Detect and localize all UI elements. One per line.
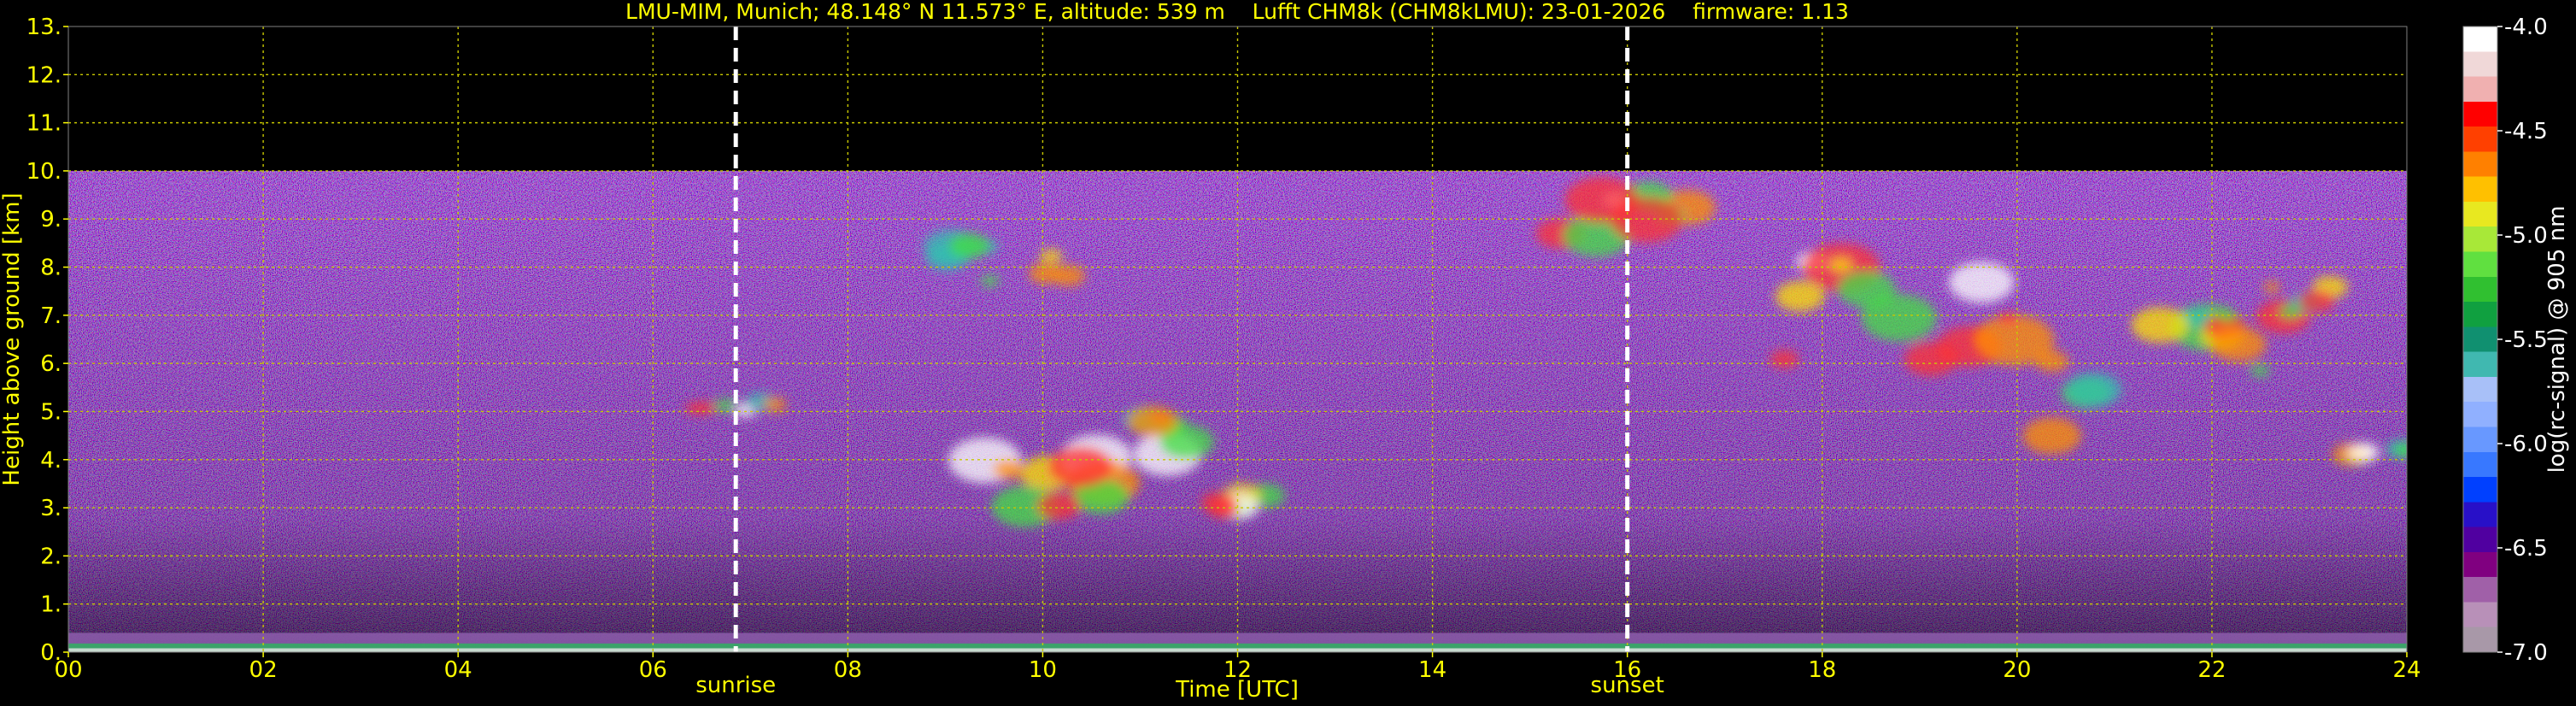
cloud-blob bbox=[1610, 197, 1683, 243]
ceilometer-chart: sunrise sunset 00 02 04 06 08 10 12 14 16 18 20 22 24… bbox=[0, 0, 2570, 703]
backscatter-data-region bbox=[68, 170, 2407, 652]
y-tick-label: 1. bbox=[40, 592, 62, 618]
x-tick-label: 02 bbox=[249, 657, 278, 683]
cloud-blob bbox=[993, 459, 1024, 479]
cloud-blob bbox=[1200, 491, 1236, 514]
y-tick-label: 2. bbox=[40, 544, 62, 569]
colorbar-tick-label: -6.5 bbox=[2504, 536, 2548, 562]
y-tick-label: 3. bbox=[40, 496, 62, 521]
cloud-blob bbox=[2262, 281, 2281, 293]
y-tick-label: 4. bbox=[40, 448, 62, 474]
cloud-blob bbox=[1829, 257, 1853, 273]
cloud-blob bbox=[1775, 280, 1825, 312]
chart-title: LMU-MIM, Munich; 48.148° N 11.573° E, al… bbox=[625, 0, 1849, 24]
x-tick-label: 04 bbox=[444, 657, 472, 683]
colorbar: -4.0 -4.5 -5.0 -5.5 -6.0 -6.5 -7.0 log(rc-sign… bbox=[2462, 15, 2570, 666]
cloud-blob bbox=[2348, 442, 2379, 462]
cloud-blob bbox=[2066, 372, 2122, 408]
y-tick-label: 10. bbox=[26, 159, 62, 185]
cloud-blob bbox=[2034, 350, 2069, 373]
cloud-blob bbox=[763, 397, 787, 412]
cloud-blob bbox=[1047, 446, 1113, 487]
cloud-blob bbox=[1837, 271, 1896, 308]
y-tick-label: 11. bbox=[26, 111, 62, 137]
cloud-blob bbox=[2393, 443, 2407, 457]
colorbar-tick-label: -5.0 bbox=[2504, 223, 2548, 249]
y-tick-label: 9. bbox=[40, 207, 62, 232]
colorbar-bar bbox=[2462, 26, 2498, 653]
y-tick-label: 5. bbox=[40, 399, 62, 425]
y-tick-label: 0. bbox=[40, 640, 62, 666]
cloud-blob bbox=[714, 398, 737, 413]
cloud-blob bbox=[2022, 417, 2081, 455]
y-tick-label: 12. bbox=[26, 62, 62, 88]
colorbar-label: log(rc-signal) @ 905 nm bbox=[2544, 206, 2570, 474]
x-tick-label: 20 bbox=[2003, 657, 2031, 683]
y-tick-label: 8. bbox=[40, 256, 62, 281]
cloud-blob bbox=[2250, 364, 2270, 378]
colorbar-tick-label: -5.5 bbox=[2504, 327, 2548, 353]
colorbar-tick-label: -6.0 bbox=[2504, 432, 2548, 457]
cloud-blob bbox=[1029, 263, 1062, 284]
colorbar-tick-label: -7.0 bbox=[2504, 640, 2548, 666]
cloud-blob bbox=[2279, 304, 2301, 319]
x-tick-label: 06 bbox=[639, 657, 667, 683]
y-axis-label: Height above ground [km] bbox=[0, 192, 25, 485]
cloud-blob bbox=[2218, 310, 2235, 321]
cloud-blob bbox=[684, 403, 702, 415]
cloud-blob bbox=[1904, 342, 1958, 376]
x-tick-label: 22 bbox=[2198, 657, 2226, 683]
cloud-blob bbox=[1040, 249, 1063, 263]
cloud-blob bbox=[948, 232, 990, 259]
x-tick-label: 16 bbox=[1613, 657, 1641, 683]
x-tick-label: 18 bbox=[1808, 657, 1836, 683]
x-tick-label: 08 bbox=[834, 657, 862, 683]
x-axis-label: Time [UTC] bbox=[1175, 677, 1299, 703]
colorbar-tick-label: -4.0 bbox=[2504, 15, 2548, 40]
colorbar-ticks: -4.0 -4.5 -5.0 -5.5 -6.0 -6.5 -7.0 bbox=[2497, 15, 2548, 666]
y-tick-label: 7. bbox=[40, 303, 62, 329]
cloud-blob bbox=[2298, 290, 2335, 313]
x-tick-label: 10 bbox=[1029, 657, 1057, 683]
cloud-blob bbox=[1998, 312, 2018, 325]
sunrise-label: sunrise bbox=[695, 673, 776, 698]
cloud-blob bbox=[2131, 307, 2189, 344]
cloud-blob bbox=[1948, 262, 2015, 303]
cloud-blob bbox=[980, 274, 1000, 287]
y-ticks: 0. 1. 2. 3. 4. 5. 6. 7. 8. 9. 10. 11. 12. 13. bbox=[26, 15, 68, 666]
cloud-blob bbox=[1128, 406, 1178, 438]
y-tick-label: 6. bbox=[40, 351, 62, 377]
cloud-blob bbox=[2210, 327, 2267, 362]
colorbar-tick-label: -4.5 bbox=[2504, 119, 2548, 144]
cloud-blob bbox=[1769, 350, 1799, 368]
cloud-blob bbox=[1036, 492, 1081, 521]
x-tick-label: 24 bbox=[2392, 657, 2421, 683]
y-tick-label: 13. bbox=[26, 15, 62, 40]
x-tick-label: 14 bbox=[1418, 657, 1446, 683]
